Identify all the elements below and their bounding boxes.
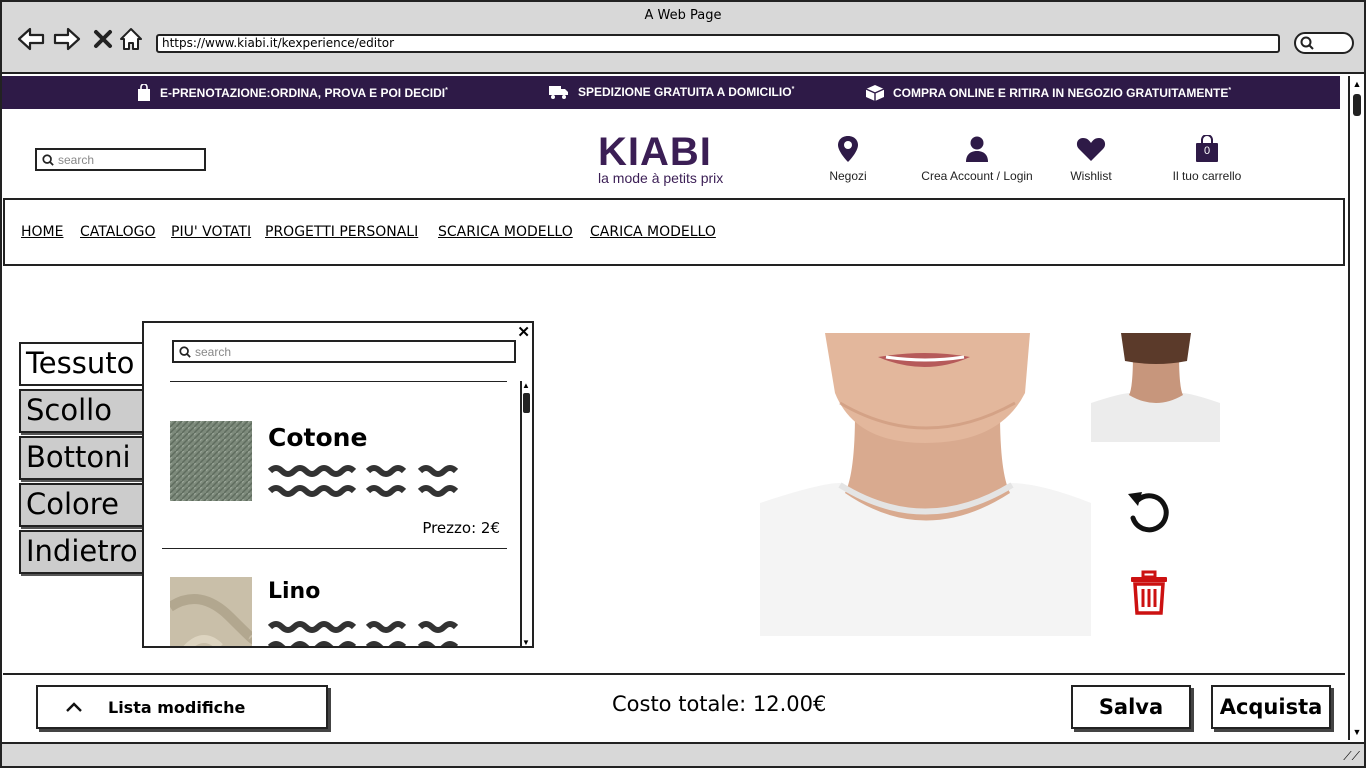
package-icon <box>865 85 885 101</box>
chevron-up-icon <box>66 702 82 712</box>
scroll-down-icon[interactable]: ▼ <box>522 638 530 646</box>
save-button[interactable]: Salva <box>1071 685 1191 729</box>
undo-icon[interactable] <box>1124 488 1174 536</box>
total-cost: Costo totale: 12.00€ <box>612 692 827 716</box>
placeholder-text-scribble <box>268 621 458 646</box>
window-title: A Web Page <box>644 8 722 23</box>
account-link[interactable]: Crea Account / Login <box>912 133 1042 183</box>
product-back-thumbnail[interactable] <box>1091 333 1220 442</box>
nav-piu-votati[interactable]: PIU' VOTATI <box>171 224 251 240</box>
truck-icon <box>549 86 568 99</box>
scroll-thumb[interactable] <box>1353 94 1361 116</box>
fabric-name: Cotone <box>268 423 368 452</box>
search-icon <box>1300 36 1314 50</box>
nav-scarica-modello[interactable]: SCARICA MODELLO <box>438 224 573 240</box>
fabric-panel: ✕ search Cotone Prezzo: 2€ Lino ▲ ▼ <box>142 321 534 648</box>
modifications-list-label: Lista modifiche <box>108 697 246 717</box>
map-pin-icon <box>838 136 858 162</box>
url-bar[interactable]: https://www.kiabi.it/kexperience/editor <box>156 34 1280 53</box>
stores-label: Negozi <box>829 169 867 183</box>
close-icon[interactable]: ✕ <box>517 323 530 341</box>
tab-indietro[interactable]: Indietro <box>19 530 149 574</box>
status-bar: ⟋⟋ <box>2 742 1364 766</box>
fabric-price: Prezzo: 2€ <box>422 519 500 537</box>
stores-link[interactable]: Negozi <box>818 133 878 183</box>
main-nav: HOME CATALOGO PIU' VOTATI PROGETTI PERSO… <box>3 198 1345 266</box>
fabric-swatch-image <box>170 421 252 501</box>
stop-icon[interactable] <box>88 26 118 52</box>
nav-progetti-personali[interactable]: PROGETTI PERSONALI <box>265 224 418 240</box>
account-label: Crea Account / Login <box>921 169 1033 183</box>
promo-item: COMPRA ONLINE E RITIRA IN NEGOZIO GRATUI… <box>865 84 1231 102</box>
promo-text: COMPRA ONLINE E RITIRA IN NEGOZIO GRATUI… <box>893 86 1229 100</box>
scroll-down-icon[interactable]: ▼ <box>1351 726 1363 738</box>
browser-search[interactable] <box>1294 32 1354 54</box>
promo-text: E-PRENOTAZIONE:ORDINA, PROVA E POI DECID… <box>160 86 446 100</box>
search-placeholder: search <box>58 152 95 167</box>
nav-home[interactable]: HOME <box>21 224 63 240</box>
scroll-thumb[interactable] <box>523 393 530 413</box>
page-scrollbar[interactable]: ▲ ▼ <box>1348 76 1364 740</box>
header-search-input[interactable]: search <box>35 148 206 171</box>
nav-carica-modello[interactable]: CARICA MODELLO <box>590 224 716 240</box>
wishlist-link[interactable]: Wishlist <box>1060 133 1122 183</box>
fabric-name: Lino <box>268 579 321 604</box>
promo-item: SPEDIZIONE GRATUITA A DOMICILIO* <box>548 84 794 100</box>
wishlist-label: Wishlist <box>1070 169 1112 183</box>
panel-search-input[interactable]: search <box>172 340 516 363</box>
cart-label: Il tuo carrello <box>1172 169 1242 183</box>
kiabi-logo[interactable]: KIABI la mode à petits prix <box>598 132 748 190</box>
logo-tagline: la mode à petits prix <box>598 170 724 186</box>
logo-main-text: KIABI <box>598 130 712 174</box>
heart-icon <box>1076 138 1106 161</box>
shopping-bag-icon <box>138 84 150 101</box>
placeholder-text-scribble <box>268 465 458 497</box>
search-icon <box>179 345 191 358</box>
trash-icon[interactable] <box>1129 570 1169 615</box>
tab-colore[interactable]: Colore <box>19 483 149 527</box>
nav-catalogo[interactable]: CATALOGO <box>80 224 156 240</box>
user-icon <box>966 136 988 162</box>
promo-text: SPEDIZIONE GRATUITA A DOMICILIO <box>578 85 792 99</box>
divider <box>170 381 507 382</box>
home-icon[interactable] <box>116 26 146 52</box>
divider <box>162 548 507 549</box>
browser-toolbar: A Web Page https://www.kiabi.it/kexperie… <box>2 2 1364 74</box>
scroll-up-icon[interactable]: ▲ <box>522 381 530 390</box>
back-icon[interactable] <box>16 26 46 52</box>
search-placeholder: search <box>195 344 232 359</box>
tab-tessuto[interactable]: Tessuto <box>19 342 149 386</box>
cart-badge: 0 <box>1203 145 1211 157</box>
scroll-up-icon[interactable]: ▲ <box>1351 78 1363 90</box>
promo-bar: E-PRENOTAZIONE:ORDINA, PROVA E POI DECID… <box>2 76 1340 109</box>
product-preview-image <box>760 333 1091 636</box>
forward-icon[interactable] <box>52 26 82 52</box>
buy-button[interactable]: Acquista <box>1211 685 1331 729</box>
cart-link[interactable]: 0 Il tuo carrello <box>1166 133 1248 183</box>
resize-grip-icon[interactable]: ⟋⟋ <box>1343 749 1360 764</box>
modifications-list-button[interactable]: Lista modifiche <box>36 685 328 729</box>
fabric-swatch-image <box>170 577 252 646</box>
promo-item: E-PRENOTAZIONE:ORDINA, PROVA E POI DECID… <box>136 84 448 102</box>
tab-scollo[interactable]: Scollo <box>19 389 149 433</box>
search-icon <box>42 153 54 166</box>
panel-scrollbar[interactable]: ▲ ▼ <box>520 381 532 646</box>
tab-bottoni[interactable]: Bottoni <box>19 436 149 480</box>
